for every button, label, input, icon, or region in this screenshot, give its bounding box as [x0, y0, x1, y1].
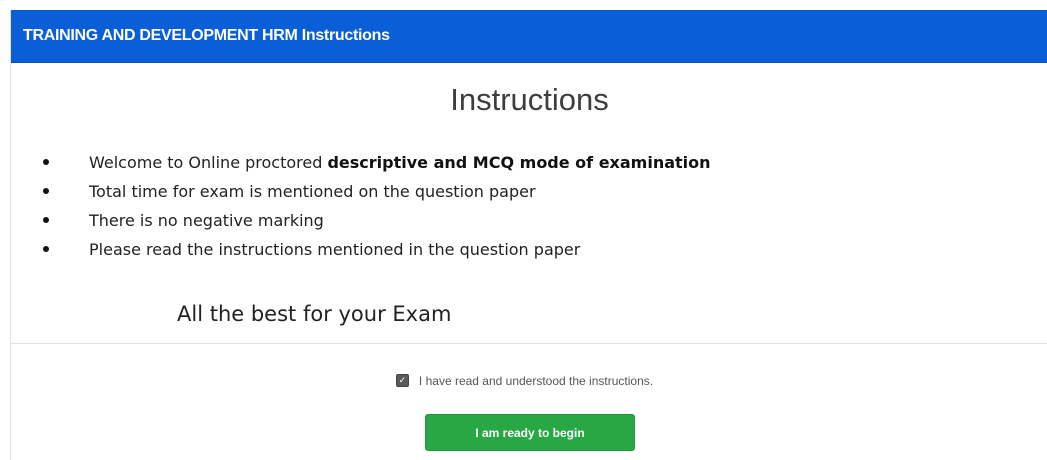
instruction-text: Please read the instructions mentioned i… [89, 240, 581, 259]
page-heading: Instructions [450, 82, 609, 117]
bullet-icon [43, 217, 49, 223]
instruction-text: There is no negative marking [89, 211, 324, 230]
bullet-icon [43, 188, 49, 194]
instruction-text: Total time for exam is mentioned on the … [89, 182, 536, 201]
begin-button[interactable]: I am ready to begin [425, 414, 635, 451]
instruction-list: Welcome to Online proctored descriptive … [41, 148, 711, 264]
confirm-label[interactable]: I have read and understood the instructi… [419, 374, 653, 388]
divider [11, 343, 1047, 344]
panel-title: TRAINING AND DEVELOPMENT HRM Instruction… [23, 27, 390, 44]
confirm-checkbox[interactable]: ✓ [395, 374, 409, 388]
instruction-item-welcome: Welcome to Online proctored descriptive … [41, 148, 711, 177]
instruction-emphasis: descriptive and MCQ mode of examination [327, 153, 711, 172]
instruction-text: Welcome to Online proctored [89, 153, 328, 172]
bullet-icon [43, 159, 49, 165]
panel-header: TRAINING AND DEVELOPMENT HRM Instruction… [11, 10, 1047, 63]
instruction-item-read: Please read the instructions mentioned i… [41, 235, 711, 264]
confirm-row: ✓ I have read and understood the instruct… [11, 373, 1047, 388]
instruction-item-time: Total time for exam is mentioned on the … [41, 177, 711, 206]
instructions-panel: TRAINING AND DEVELOPMENT HRM Instruction… [10, 10, 1047, 460]
bullet-icon [43, 246, 49, 252]
instruction-item-marking: There is no negative marking [41, 206, 711, 235]
best-wishes-text: All the best for your Exam [177, 302, 452, 326]
